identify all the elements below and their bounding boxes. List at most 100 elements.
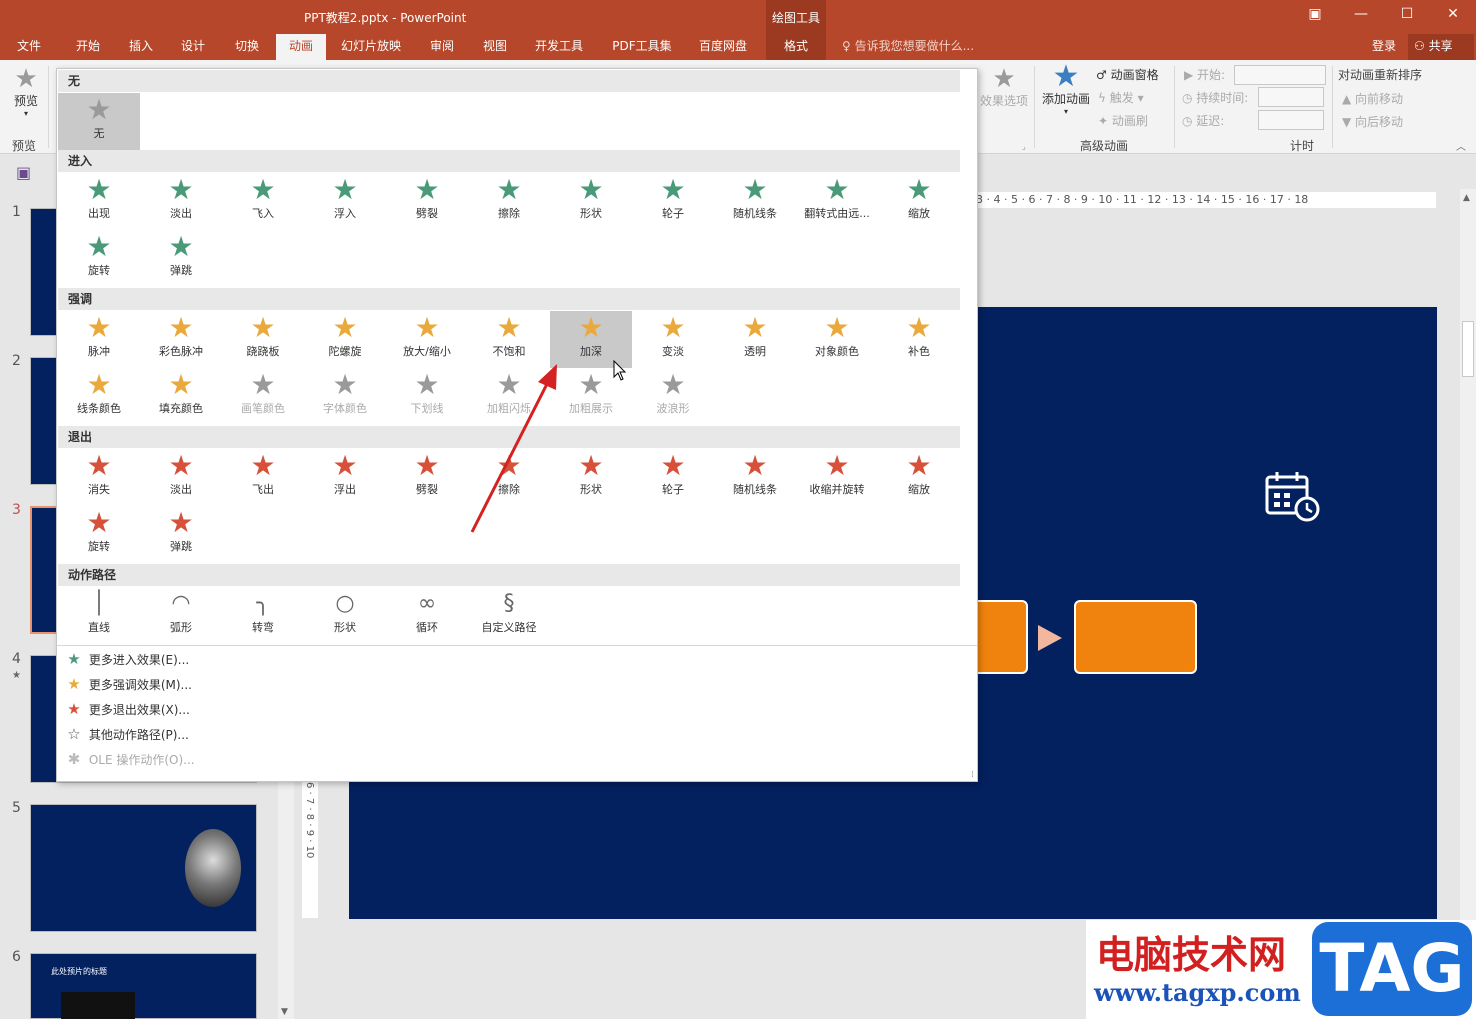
emphasis-effect-11[interactable]: ★ 线条颜色 [58, 368, 140, 425]
entrance-effect-3[interactable]: ★ 浮入 [304, 173, 386, 230]
scroll-down-icon[interactable]: ▼ [281, 1007, 288, 1017]
exit-effect-11[interactable]: ★ 旋转 [58, 506, 140, 563]
motion-effect-5[interactable]: § 自定义路径 [468, 587, 550, 644]
entrance-effect-11[interactable]: ★ 旋转 [58, 230, 140, 287]
emphasis-effect-0[interactable]: ★ 脉冲 [58, 311, 140, 368]
save-icon[interactable]: ▣ [16, 163, 31, 182]
tab-home[interactable]: 开始 [66, 34, 110, 60]
maximize-icon[interactable]: ☐ [1394, 6, 1420, 26]
entrance-effect-2[interactable]: ★ 飞入 [222, 173, 304, 230]
scroll-up-icon[interactable]: ▲ [1463, 193, 1470, 203]
emphasis-effect-3[interactable]: ★ 陀螺旋 [304, 311, 386, 368]
more-motion-paths[interactable]: ☆ 其他动作路径(P)... [63, 722, 189, 746]
delay-spinner[interactable] [1258, 110, 1324, 130]
effect-options-button[interactable]: ★ 效果选项 [978, 66, 1030, 109]
tell-me-box[interactable]: ♀ 告诉我您想要做什么... [842, 34, 974, 60]
motion-effect-3[interactable]: ○ 形状 [304, 587, 386, 644]
star-icon: ★ [250, 368, 276, 401]
tab-developer[interactable]: 开发工具 [528, 34, 590, 60]
exit-effect-4[interactable]: ★ 劈裂 [386, 449, 468, 506]
motion-effect-1[interactable]: ◠ 弧形 [140, 587, 222, 644]
star-icon: ★ [824, 311, 850, 344]
star-icon: ★ [332, 449, 358, 482]
exit-effect-9[interactable]: ★ 收缩并旋转 [796, 449, 878, 506]
emphasis-effect-9[interactable]: ★ 对象颜色 [796, 311, 878, 368]
move-later-button[interactable]: ▼ 向后移动 [1342, 113, 1403, 130]
motion-effect-4[interactable]: ∞ 循环 [386, 587, 468, 644]
slide-thumbnail-6[interactable]: 此处预片的标题 [30, 953, 257, 1019]
more-emphasis-effects[interactable]: ★ 更多强调效果(M)... [63, 672, 192, 696]
exit-effect-1[interactable]: ★ 淡出 [140, 449, 222, 506]
exit-effect-10[interactable]: ★ 缩放 [878, 449, 960, 506]
exit-effect-2[interactable]: ★ 飞出 [222, 449, 304, 506]
ribbon-display-icon[interactable]: ▣ [1302, 6, 1328, 26]
emphasis-effect-2[interactable]: ★ 跷跷板 [222, 311, 304, 368]
motion-effect-0[interactable]: │ 直线 [58, 587, 140, 644]
tab-animations[interactable]: 动画 [276, 34, 326, 60]
entrance-effect-0[interactable]: ★ 出现 [58, 173, 140, 230]
exit-effect-12[interactable]: ★ 弹跳 [140, 506, 222, 563]
tab-format[interactable]: 格式 [766, 34, 826, 60]
close-icon[interactable]: ✕ [1440, 6, 1466, 26]
emphasis-effect-10[interactable]: ★ 补色 [878, 311, 960, 368]
emphasis-effect-7[interactable]: ★ 变淡 [632, 311, 714, 368]
entrance-effect-7[interactable]: ★ 轮子 [632, 173, 714, 230]
trigger-button[interactable]: ϟ 触发 ▾ [1098, 89, 1144, 106]
motion-effect-2[interactable]: ╮ 转弯 [222, 587, 304, 644]
effect-label: 跷跷板 [246, 345, 280, 358]
tab-baidu-netdisk[interactable]: 百度网盘 [690, 34, 756, 60]
timing-group-title: 计时 [1290, 139, 1315, 153]
animation-pane-label: 动画窗格 [1110, 68, 1159, 82]
tab-design[interactable]: 设计 [172, 34, 214, 60]
entrance-effect-1[interactable]: ★ 淡出 [140, 173, 222, 230]
preview-button[interactable]: ★ 预览 ▾ [8, 66, 44, 118]
effect-label: 无 [93, 127, 105, 140]
slide-thumbnail-5[interactable] [30, 804, 257, 932]
star-icon: ★ [906, 311, 932, 344]
exit-effect-8[interactable]: ★ 随机线条 [714, 449, 796, 506]
tab-review[interactable]: 审阅 [420, 34, 464, 60]
editor-scrollbar[interactable]: ▲ [1460, 189, 1476, 1019]
login-link[interactable]: 登录 [1372, 34, 1396, 58]
more-entrance-effects[interactable]: ★ 更多进入效果(E)... [63, 647, 189, 671]
emphasis-effect-4[interactable]: ★ 放大/缩小 [386, 311, 468, 368]
entrance-effect-12[interactable]: ★ 弹跳 [140, 230, 222, 287]
minimize-icon[interactable]: — [1348, 6, 1374, 26]
ruler-h-ticks: 3 · 4 · 5 · 6 · 7 · 8 · 9 · 10 · 11 · 12… [976, 193, 1309, 206]
resize-grip-icon[interactable]: ⁞ [971, 770, 974, 780]
entrance-effect-8[interactable]: ★ 随机线条 [714, 173, 796, 230]
entrance-effect-10[interactable]: ★ 缩放 [878, 173, 960, 230]
effect-label: 劈裂 [416, 207, 438, 220]
entrance-effect-9[interactable]: ★ 翻转式由远... [796, 173, 878, 230]
add-animation-button[interactable]: ★ 添加动画 ▾ [1040, 62, 1092, 117]
collapse-ribbon-icon[interactable]: ︿ [1456, 138, 1466, 153]
move-earlier-button[interactable]: ▲ 向前移动 [1342, 90, 1403, 107]
effect-none[interactable]: ★ 无 [58, 93, 140, 150]
more-exit-effects[interactable]: ★ 更多退出效果(X)... [63, 697, 190, 721]
tab-file[interactable]: 文件 [8, 34, 50, 60]
exit-effect-3[interactable]: ★ 浮出 [304, 449, 386, 506]
entrance-effect-6[interactable]: ★ 形状 [550, 173, 632, 230]
emphasis-effect-12[interactable]: ★ 填充颜色 [140, 368, 222, 425]
tab-insert[interactable]: 插入 [120, 34, 162, 60]
scroll-thumb[interactable] [1462, 321, 1474, 377]
animation-painter-button[interactable]: ✦ 动画刷 [1098, 112, 1148, 129]
tab-transitions[interactable]: 切换 [226, 34, 268, 60]
tab-view[interactable]: 视图 [474, 34, 516, 60]
start-label: ▶ 开始: [1184, 68, 1226, 82]
start-select[interactable] [1234, 65, 1326, 85]
entrance-effect-5[interactable]: ★ 擦除 [468, 173, 550, 230]
effect-label: 变淡 [662, 345, 684, 358]
process-box[interactable] [1074, 600, 1197, 674]
emphasis-effect-8[interactable]: ★ 透明 [714, 311, 796, 368]
tab-pdf-tools[interactable]: PDF工具集 [604, 34, 680, 60]
emphasis-effect-1[interactable]: ★ 彩色脉冲 [140, 311, 222, 368]
share-button[interactable]: ⚇ 共享 [1408, 34, 1474, 60]
animation-pane-button[interactable]: ♂ 动画窗格 [1096, 66, 1159, 83]
exit-effect-7[interactable]: ★ 轮子 [632, 449, 714, 506]
entrance-effect-4[interactable]: ★ 劈裂 [386, 173, 468, 230]
duration-spinner[interactable] [1258, 87, 1324, 107]
exit-effect-0[interactable]: ★ 消失 [58, 449, 140, 506]
tab-slideshow[interactable]: 幻灯片放映 [334, 34, 408, 60]
dialog-launcher-icon[interactable]: ⌟ [1022, 142, 1026, 151]
